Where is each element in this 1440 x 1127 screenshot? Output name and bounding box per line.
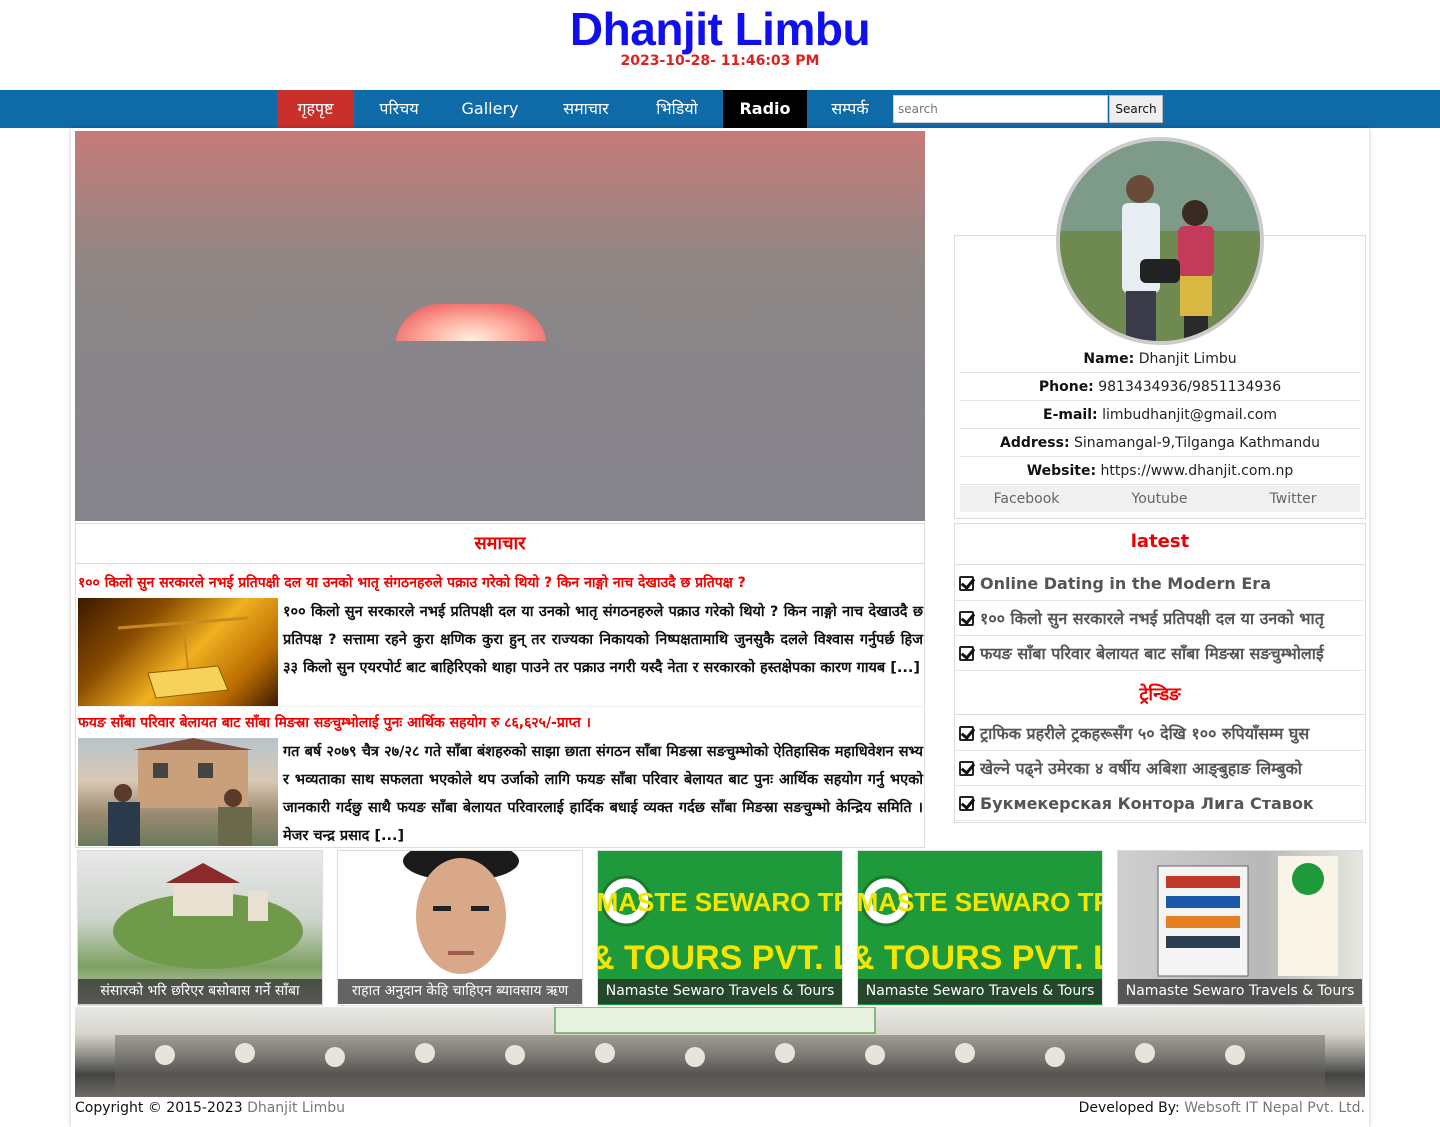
trending-item-label: Букмекерская Контора Лига Ставок bbox=[980, 794, 1314, 813]
trending-item[interactable]: खेल्ने पढ्ने उमेरका ४ वर्षीय अबिशा आङ्बु… bbox=[955, 751, 1363, 786]
nav-item-home[interactable]: गृहपृष्ट bbox=[277, 90, 354, 128]
nav-item-radio[interactable]: Radio bbox=[723, 90, 807, 128]
latest-item[interactable]: फयङ साँबा परिवार बेलायत बाट साँबा मिङस्र… bbox=[955, 636, 1363, 671]
developer-link[interactable]: Websoft IT Nepal Pvt. Ltd. bbox=[1184, 1100, 1365, 1116]
news-item-title[interactable]: फयङ साँबा परिवार बेलायत बाट साँबा मिङस्र… bbox=[78, 713, 591, 732]
news-heading: समाचार bbox=[474, 533, 526, 554]
email-value: limbudhanjit@gmail.com bbox=[1102, 407, 1277, 423]
divider bbox=[955, 564, 1365, 565]
model-house-illustration bbox=[113, 863, 303, 969]
couple-photo-illustration bbox=[1060, 141, 1260, 341]
checkbox-icon bbox=[959, 761, 974, 776]
travel-banner-line1: NAMASTE SEWARO TRAVELS bbox=[858, 887, 1103, 917]
latest-item-label: १०० किलो सुन सरकारले नभई प्रतिपक्षी दल य… bbox=[980, 609, 1324, 628]
checkbox-icon bbox=[959, 646, 974, 661]
card-caption: Namaste Sewaro Travels & Tours bbox=[598, 979, 842, 1004]
name-label: Name: bbox=[1083, 351, 1135, 367]
checkbox-icon bbox=[959, 611, 974, 626]
checkbox-icon bbox=[959, 576, 974, 591]
website-label: Website: bbox=[1026, 463, 1097, 479]
travel-logo-illustration: NAMASTE SEWARO TRAVELS & TOURS PVT. LTD. bbox=[598, 875, 843, 977]
news-item-excerpt: १०० किलो सुन सरकारले नभई प्रतिपक्षी दल य… bbox=[283, 604, 923, 676]
profile-name-row: Name: Dhanjit Limbu bbox=[960, 345, 1360, 373]
nav-item-news[interactable]: समाचार bbox=[546, 90, 626, 128]
gallery-card[interactable]: राहात अनुदान केहि चाहिएन ब्यावसाय ऋण bbox=[337, 850, 583, 1006]
card-caption: Namaste Sewaro Travels & Tours bbox=[858, 979, 1102, 1004]
youtube-link[interactable]: Youtube bbox=[1093, 486, 1226, 512]
developer-label: Developed By: bbox=[1078, 1100, 1180, 1116]
portrait-illustration bbox=[403, 851, 519, 974]
gold-bar-illustration bbox=[117, 616, 249, 699]
card-caption: Namaste Sewaro Travels & Tours bbox=[1118, 979, 1362, 1004]
facebook-link[interactable]: Facebook bbox=[960, 486, 1093, 512]
twitter-link[interactable]: Twitter bbox=[1226, 486, 1360, 512]
gallery-card[interactable]: NAMASTE SEWARO TRAVELS & TOURS PVT. LTD.… bbox=[597, 850, 843, 1006]
divider bbox=[75, 563, 925, 564]
nav-item-about[interactable]: परिचय bbox=[362, 90, 436, 128]
email-label: E-mail: bbox=[1043, 407, 1098, 423]
profile-email-row: E-mail: limbudhanjit@gmail.com bbox=[960, 401, 1360, 429]
gallery-card[interactable]: Namaste Sewaro Travels & Tours bbox=[1117, 850, 1363, 1006]
search-button[interactable]: Search bbox=[1109, 95, 1163, 123]
profile-address-row: Address: Sinamangal-9,Tilganga Kathmandu bbox=[960, 429, 1360, 457]
nav-item-video[interactable]: भिडियो bbox=[642, 90, 712, 128]
horizon-haze bbox=[385, 341, 560, 361]
news-item-excerpt: गत बर्ष २०७९ चैत्र २७/२८ गते साँबा बंशहर… bbox=[283, 744, 923, 844]
group-photo-illustration bbox=[115, 1007, 1325, 1097]
travel-logo-illustration: NAMASTE SEWARO TRAVELS & TOURS PVT. LTD. bbox=[858, 875, 1103, 977]
card-caption: राहात अनुदान केहि चाहिएन ब्यावसाय ऋण bbox=[338, 979, 582, 1004]
latest-item[interactable]: १०० किलो सुन सरकारले नभई प्रतिपक्षी दल य… bbox=[955, 601, 1363, 636]
trending-item-label: ट्राफिक प्रहरीले ट्रकहरूसँग ५० देखि १०० … bbox=[980, 724, 1310, 743]
copyright-text: Copyright © 2015-2023 bbox=[75, 1100, 243, 1116]
site-title[interactable]: Dhanjit Limbu bbox=[0, 2, 1440, 56]
house-people-illustration bbox=[108, 738, 253, 846]
latest-heading: latest bbox=[1130, 531, 1190, 552]
travel-banner-line2: & TOURS PVT. LTD. bbox=[598, 939, 843, 977]
trending-item[interactable]: ट्राफिक प्रहरीले ट्रकहरूसँग ५० देखि १०० … bbox=[955, 716, 1363, 751]
latest-item-label: Online Dating in the Modern Era bbox=[980, 574, 1271, 593]
latest-item-label: फयङ साँबा परिवार बेलायत बाट साँबा मिङस्र… bbox=[980, 644, 1324, 663]
website-value: https://www.dhanjit.com.np bbox=[1100, 463, 1294, 479]
profile-phone-row: Phone: 9813434936/9851134936 bbox=[960, 373, 1360, 401]
group-photo-banner bbox=[75, 1007, 1365, 1097]
travel-banner-line2: & TOURS PVT. LTD. bbox=[858, 939, 1103, 977]
nav-item-gallery[interactable]: Gallery bbox=[452, 90, 528, 128]
phone-label: Phone: bbox=[1038, 379, 1094, 395]
profile-website-row: Website: https://www.dhanjit.com.np bbox=[960, 457, 1360, 485]
news-thumbnail-gold[interactable] bbox=[78, 598, 278, 706]
gallery-card[interactable]: संसारको भरि छरिएर बसोबास गर्ने साँबा bbox=[77, 850, 323, 1006]
news-thumbnail-house[interactable] bbox=[78, 738, 278, 846]
header-datetime: 2023-10-28- 11:46:03 PM bbox=[620, 53, 820, 69]
nav-item-contact[interactable]: सम्पर्क bbox=[818, 90, 882, 128]
news-item-title[interactable]: १०० किलो सुन सरकारले नभई प्रतिपक्षी दल य… bbox=[78, 573, 746, 592]
address-value: Sinamangal-9,Tilganga Kathmandu bbox=[1074, 435, 1320, 451]
card-caption: संसारको भरि छरिएर बसोबास गर्ने साँबा bbox=[78, 979, 322, 1004]
hero-sunset-image bbox=[75, 131, 925, 521]
search-input[interactable] bbox=[893, 95, 1108, 123]
footer-developer: Developed By: Websoft IT Nepal Pvt. Ltd. bbox=[1079, 1100, 1365, 1116]
main-nav: गृहपृष्ट परिचय Gallery समाचार भिडियो Rad… bbox=[0, 90, 1440, 128]
footer-copyright: Copyright © 2015-2023 Dhanjit Limbu bbox=[75, 1100, 345, 1116]
name-value: Dhanjit Limbu bbox=[1138, 351, 1237, 367]
address-label: Address: bbox=[1000, 435, 1070, 451]
latest-item[interactable]: Online Dating in the Modern Era bbox=[955, 566, 1363, 601]
copyright-name-link[interactable]: Dhanjit Limbu bbox=[247, 1100, 345, 1116]
divider bbox=[955, 714, 1365, 715]
trending-item[interactable]: Букмекерская Контора Лига Ставок bbox=[955, 786, 1363, 821]
profile-photo bbox=[1056, 137, 1264, 345]
trending-heading: ट्रेन्डिङ bbox=[1139, 684, 1181, 705]
travel-office-illustration bbox=[1157, 856, 1338, 977]
checkbox-icon bbox=[959, 726, 974, 741]
checkbox-icon bbox=[959, 796, 974, 811]
phone-value: 9813434936/9851134936 bbox=[1098, 379, 1282, 395]
divider bbox=[75, 706, 925, 707]
travel-banner-line1: NAMASTE SEWARO TRAVELS bbox=[598, 887, 843, 917]
site-header: Dhanjit Limbu 2023-10-28- 11:46:03 PM bbox=[0, 0, 1440, 90]
trending-item-label: खेल्ने पढ्ने उमेरका ४ वर्षीय अबिशा आङ्बु… bbox=[980, 759, 1302, 778]
gallery-card[interactable]: NAMASTE SEWARO TRAVELS & TOURS PVT. LTD.… bbox=[857, 850, 1103, 1006]
